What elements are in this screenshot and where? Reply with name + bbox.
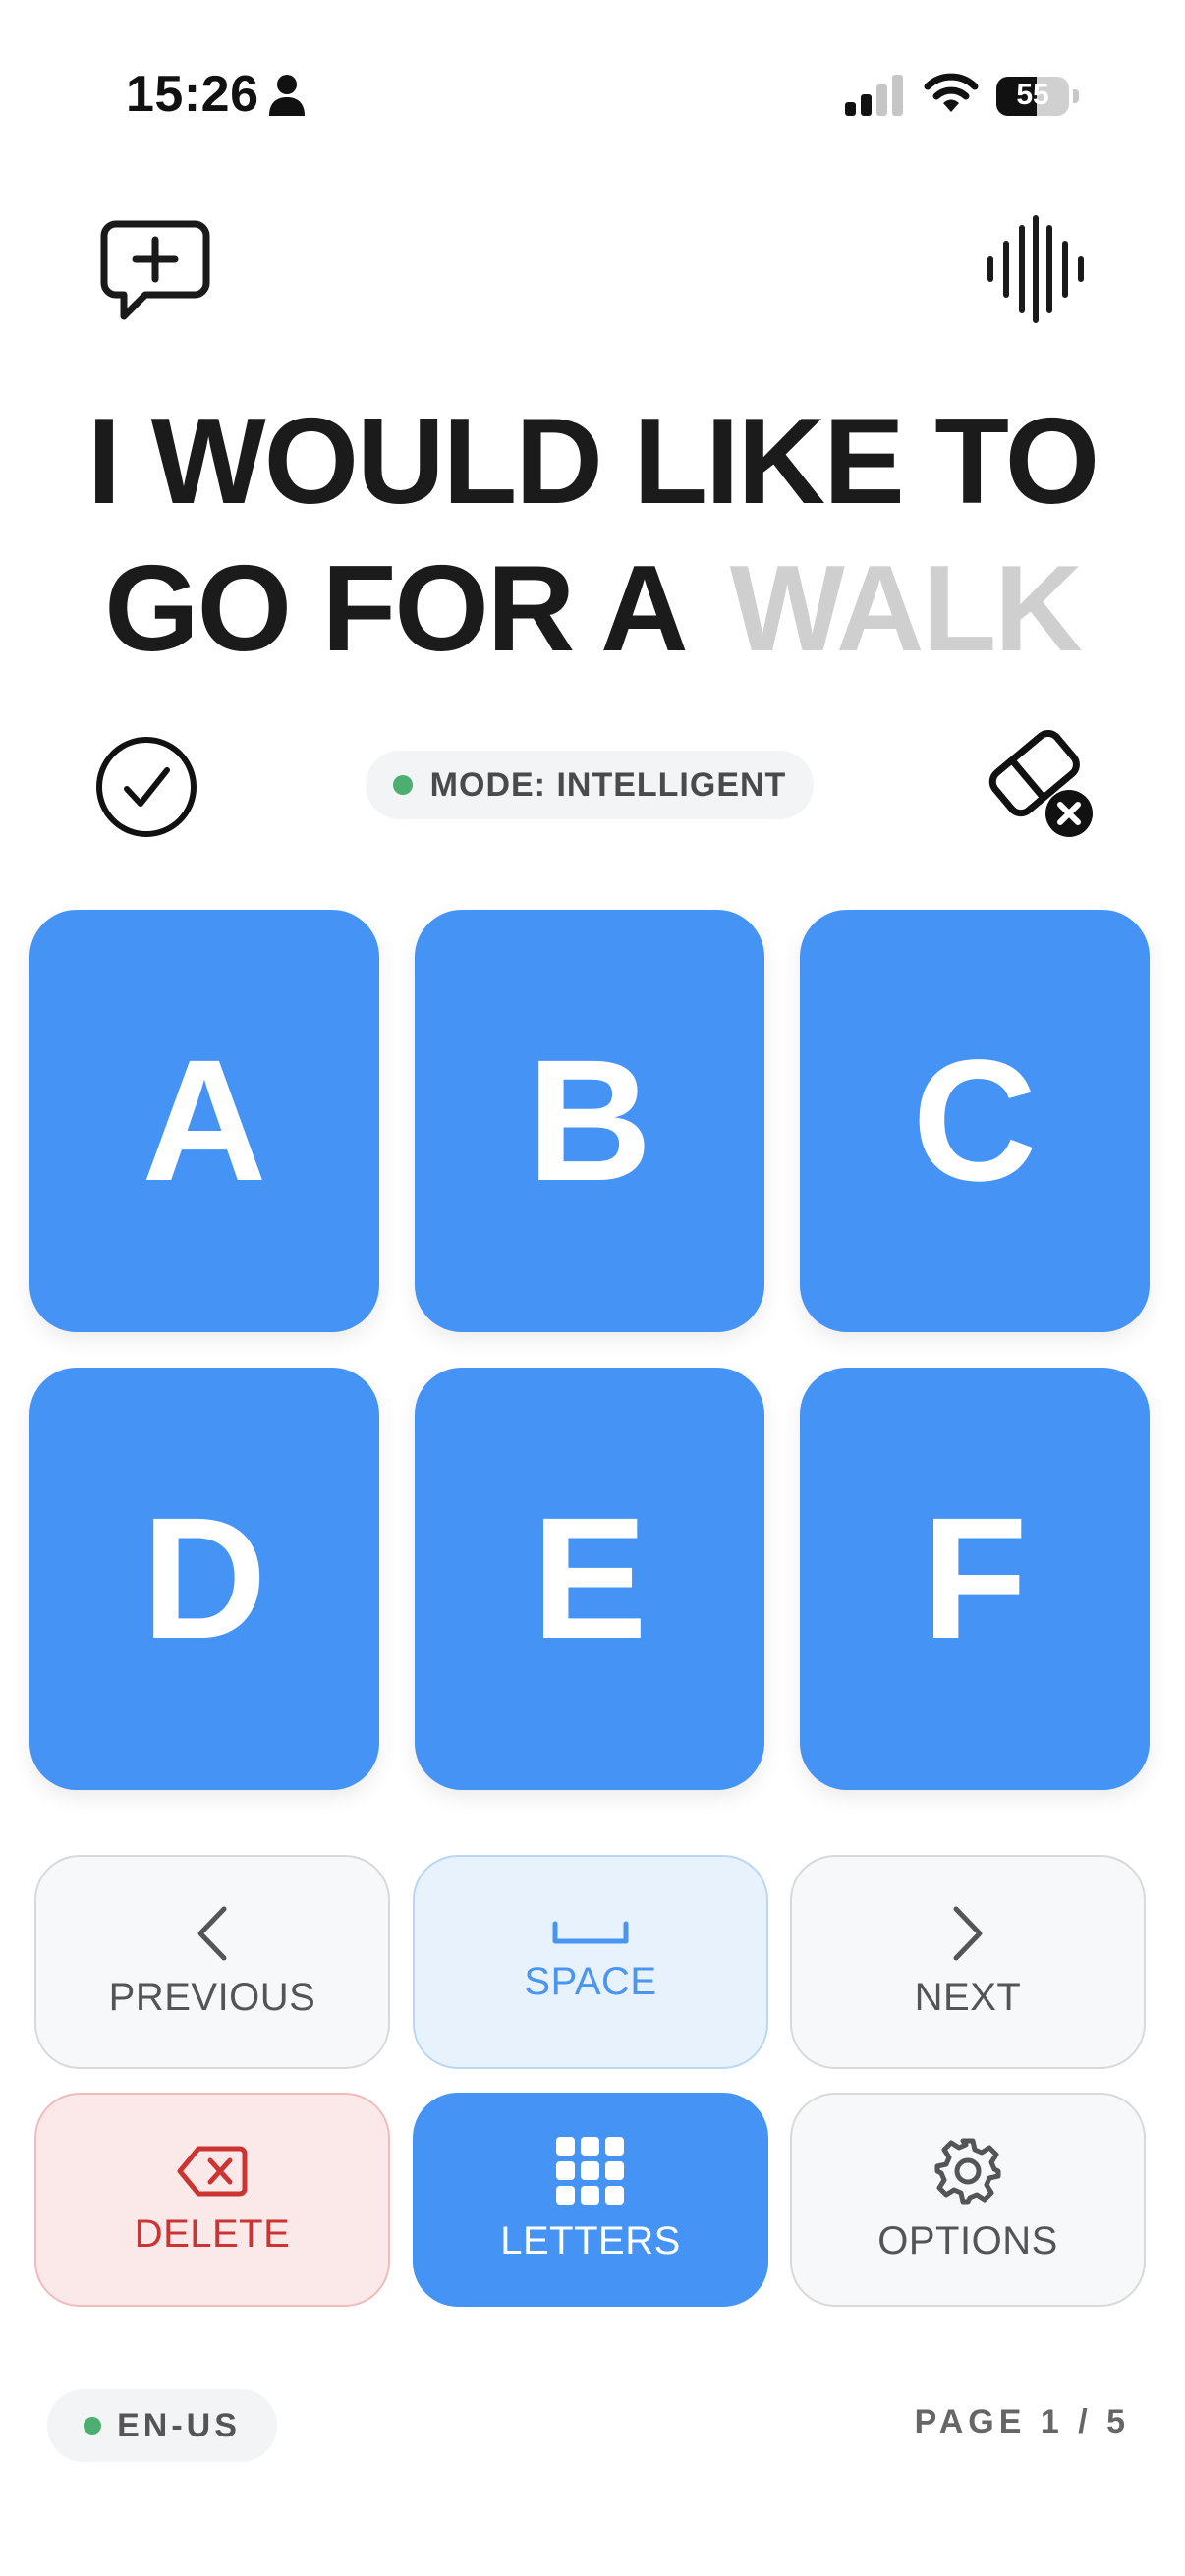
grid-icon	[556, 2136, 624, 2205]
letter-key-a[interactable]: A	[29, 910, 379, 1332]
person-icon	[269, 75, 305, 116]
cellular-signal-icon	[845, 75, 903, 116]
options-button[interactable]: OPTIONS	[790, 2093, 1146, 2307]
letter-key-label: C	[912, 1025, 1038, 1217]
delete-button[interactable]: DELETE	[34, 2093, 390, 2307]
page-indicator: PAGE 1 / 5	[914, 2403, 1130, 2440]
delete-label: DELETE	[134, 2212, 291, 2256]
next-button[interactable]: NEXT	[790, 1855, 1146, 2069]
word-suggestion[interactable]: WALK	[730, 541, 1083, 677]
space-bar-icon	[552, 1921, 629, 1943]
letter-key-label: B	[527, 1025, 652, 1217]
letter-key-b[interactable]: B	[415, 910, 764, 1332]
letters-label: LETTERS	[500, 2218, 681, 2263]
wifi-icon	[924, 73, 979, 112]
mode-badge[interactable]: MODE: INTELLIGENT	[366, 751, 814, 819]
status-time: 15:26	[126, 66, 259, 123]
composed-phrase: I WOULD LIKE TO GO FOR A WALK	[59, 388, 1126, 683]
mode-label: MODE: INTELLIGENT	[429, 765, 787, 804]
letter-key-e[interactable]: E	[415, 1368, 764, 1790]
chevron-right-icon	[953, 1906, 983, 1960]
mode-status-dot	[392, 775, 413, 795]
status-bar: 15:26 55	[0, 0, 1185, 196]
language-label: EN-US	[117, 2406, 241, 2444]
letter-key-label: A	[141, 1025, 267, 1217]
space-button[interactable]: SPACE	[413, 1855, 768, 2069]
message-plus-icon[interactable]	[98, 216, 212, 326]
letter-key-f[interactable]: F	[800, 1368, 1150, 1790]
options-label: OPTIONS	[877, 2218, 1058, 2263]
language-badge[interactable]: EN-US	[47, 2389, 277, 2462]
next-label: NEXT	[914, 1975, 1022, 2019]
check-circle-icon[interactable]	[94, 735, 198, 839]
eraser-clear-icon[interactable]	[979, 727, 1099, 841]
previous-button[interactable]: PREVIOUS	[34, 1855, 390, 2069]
letter-key-label: D	[141, 1483, 267, 1675]
letter-key-d[interactable]: D	[29, 1368, 379, 1790]
battery-level: 55	[1016, 79, 1049, 111]
language-status-dot	[84, 2417, 102, 2435]
letter-key-label: E	[532, 1483, 648, 1675]
battery-indicator: 55	[996, 77, 1079, 116]
letter-key-label: F	[922, 1483, 1028, 1675]
letters-button[interactable]: LETTERS	[413, 2093, 768, 2307]
chevron-left-icon	[198, 1906, 227, 1960]
previous-label: PREVIOUS	[108, 1975, 316, 2019]
gear-icon	[934, 2138, 1001, 2204]
sound-wave-icon[interactable]	[985, 214, 1087, 324]
letter-key-c[interactable]: C	[800, 910, 1150, 1332]
space-label: SPACE	[524, 1959, 657, 2003]
backspace-icon	[177, 2146, 248, 2196]
